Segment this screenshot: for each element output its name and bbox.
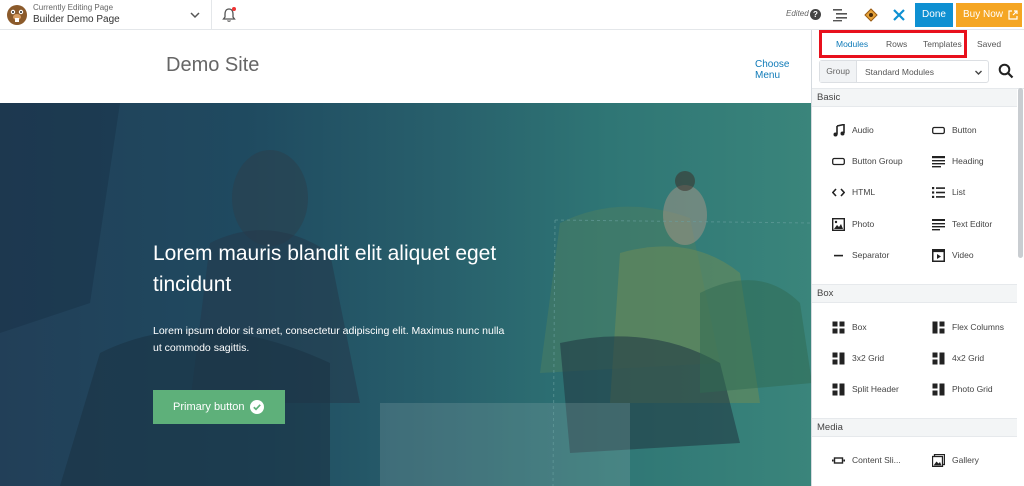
section-header-media: Media	[812, 418, 1017, 437]
module-button-group[interactable]: Button Group	[832, 155, 927, 169]
section-title: Box	[817, 288, 834, 299]
primary-button[interactable]: Primary button	[153, 390, 285, 424]
tab-saved[interactable]: Saved	[977, 39, 1001, 49]
module-video[interactable]: Video	[932, 249, 1024, 263]
close-icon[interactable]	[891, 7, 907, 23]
module-flex-columns[interactable]: Flex Columns	[932, 321, 1024, 335]
module-label: Audio	[852, 125, 874, 135]
primary-button-label: Primary button	[173, 401, 245, 413]
module-text-editor[interactable]: Text Editor	[932, 218, 1024, 232]
editing-label: Currently Editing Page	[33, 3, 114, 12]
edited-status: Edited	[786, 9, 809, 18]
group-value[interactable]: Standard Modules	[865, 67, 934, 77]
box-icon	[832, 321, 845, 334]
flex-columns-icon	[932, 321, 945, 334]
music-note-icon	[833, 124, 845, 137]
module-label: Separator	[852, 250, 890, 260]
choose-menu-link[interactable]: Choose Menu	[755, 59, 812, 81]
module-label: 3x2 Grid	[852, 353, 885, 363]
group-select[interactable]: Group Standard Modules	[819, 60, 989, 83]
chevron-down-icon[interactable]	[188, 8, 202, 22]
content-panel: Modules Rows Templates Saved Group Stand…	[811, 30, 1024, 486]
section-title: Basic	[817, 92, 841, 103]
module-photo-grid[interactable]: Photo Grid	[932, 383, 1024, 397]
module-gallery[interactable]: Gallery	[932, 454, 1024, 468]
module-label: Split Header	[852, 384, 899, 394]
section-header-basic: Basic	[812, 88, 1017, 107]
external-link-icon	[1008, 10, 1018, 20]
photo-grid-icon	[932, 383, 945, 396]
module-4x2-grid[interactable]: 4x2 Grid	[932, 352, 1024, 366]
module-3x2-grid[interactable]: 3x2 Grid	[832, 352, 927, 366]
photo-icon	[832, 218, 845, 231]
module-label: Content Sli...	[852, 455, 901, 465]
done-button[interactable]: Done	[915, 3, 953, 27]
search-icon[interactable]	[998, 63, 1014, 79]
grid-icon	[832, 352, 845, 365]
separator-icon	[834, 254, 843, 257]
hero-paragraph[interactable]: Lorem ipsum dolor sit amet, consectetur …	[153, 323, 513, 357]
video-icon	[932, 249, 945, 262]
group-label: Group	[820, 61, 857, 82]
module-label: Photo Grid	[952, 384, 993, 394]
section-header-box: Box	[812, 284, 1017, 303]
module-audio[interactable]: Audio	[832, 124, 927, 138]
hero-heading[interactable]: Lorem mauris blandit elit aliquet eget t…	[153, 238, 523, 300]
module-label: Button	[952, 125, 977, 135]
builder-toolbar: Currently Editing Page Builder Demo Page…	[0, 0, 1024, 30]
module-content-slider[interactable]: Content Sli...	[832, 454, 927, 468]
toolbar-divider	[211, 0, 212, 30]
page-name[interactable]: Builder Demo Page	[33, 14, 120, 25]
split-header-icon	[832, 383, 845, 396]
module-list[interactable]: List	[932, 186, 1024, 200]
module-label: Text Editor	[952, 219, 993, 229]
site-title[interactable]: Demo Site	[166, 54, 259, 77]
module-label: Video	[952, 250, 974, 260]
module-label: Heading	[952, 156, 984, 166]
module-label: Photo	[852, 219, 875, 229]
list-icon	[932, 187, 945, 198]
module-heading[interactable]: Heading	[932, 155, 1024, 169]
buy-now-button[interactable]: Buy Now	[956, 3, 1022, 27]
notification-badge	[232, 7, 236, 11]
module-button[interactable]: Button	[932, 124, 1024, 138]
module-label: 4x2 Grid	[952, 353, 985, 363]
module-label: List	[952, 187, 966, 197]
module-html[interactable]: HTML	[832, 186, 927, 200]
gallery-icon	[932, 454, 945, 467]
grid-icon	[932, 352, 945, 365]
panel-scrollbar[interactable]	[1018, 88, 1023, 258]
module-separator[interactable]: Separator	[832, 249, 927, 263]
slider-icon	[832, 457, 845, 464]
outline-list-icon[interactable]	[832, 8, 848, 22]
tools-icon[interactable]	[862, 6, 880, 24]
module-label: HTML	[852, 187, 876, 197]
module-box[interactable]: Box	[832, 321, 927, 335]
chevron-down-icon[interactable]	[974, 68, 983, 77]
module-split-header[interactable]: Split Header	[832, 383, 927, 397]
beaver-logo-icon[interactable]	[6, 4, 28, 26]
heading-icon	[932, 156, 945, 168]
module-label: Flex Columns	[952, 322, 1004, 332]
module-label: Button Group	[852, 156, 903, 166]
check-circle-icon	[250, 400, 264, 414]
module-label: Box	[852, 322, 867, 332]
module-label: Gallery	[952, 455, 979, 465]
site-header: Demo Site Choose Menu	[0, 30, 812, 103]
section-title: Media	[817, 422, 843, 433]
button-group-icon	[832, 157, 845, 166]
module-photo[interactable]: Photo	[832, 218, 927, 232]
text-editor-icon	[932, 219, 945, 231]
hero-section[interactable]: Lorem mauris blandit elit aliquet eget t…	[0, 103, 812, 486]
panel-tabs: Modules Rows Templates Saved	[812, 30, 1024, 58]
help-icon[interactable]: ?	[810, 9, 821, 20]
code-icon	[832, 188, 845, 197]
tab-highlight-box	[819, 30, 967, 58]
buy-now-label: Buy Now	[963, 9, 1004, 20]
button-icon	[932, 126, 945, 135]
